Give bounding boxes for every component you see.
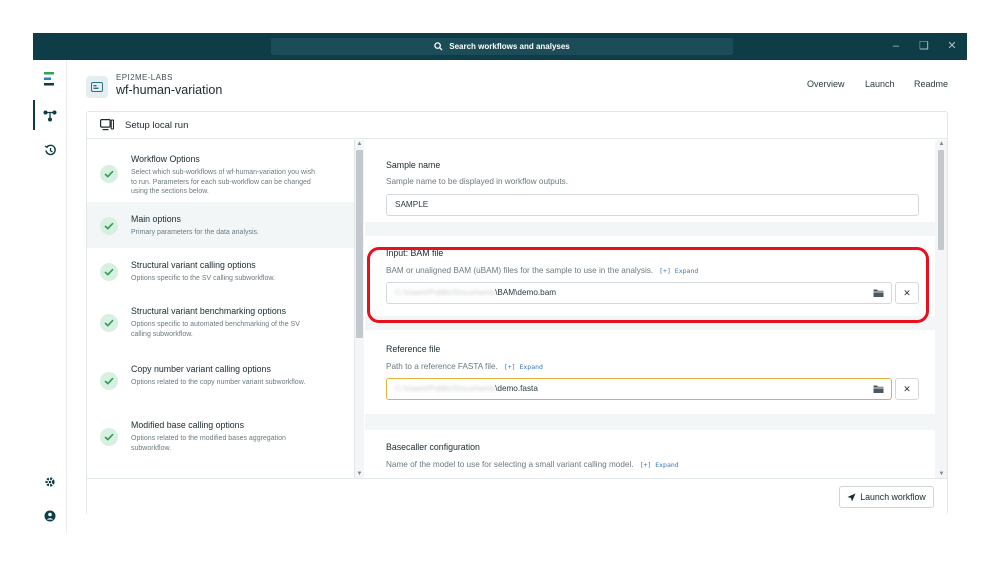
scroll-up-icon[interactable]: ▲: [355, 140, 364, 148]
check-icon: [100, 217, 118, 235]
scroll-down-icon[interactable]: ▼: [355, 470, 364, 478]
step-title: Workflow Options: [131, 154, 200, 164]
search-icon: [434, 42, 443, 51]
form-scrollbar[interactable]: ▲ ▼: [935, 140, 947, 478]
brand-label: EPI2ME-LABS: [116, 73, 173, 82]
bam-path-prefix: C:\Users\Public\Documents: [395, 288, 496, 297]
nav-launch[interactable]: Launch: [865, 79, 895, 89]
steps-scrollbar[interactable]: ▲ ▼: [355, 140, 364, 478]
steps-scroll-thumb[interactable]: [356, 150, 363, 338]
reference-clear-button[interactable]: ✕: [895, 378, 919, 400]
basecaller-description: Name of the model to use for selecting a…: [386, 460, 679, 469]
history-icon[interactable]: [41, 141, 59, 159]
reference-label: Reference file: [386, 344, 441, 354]
step-title: Copy number variant calling options: [131, 364, 271, 374]
send-icon: [847, 493, 856, 501]
launch-workflow-button[interactable]: Launch workflow: [839, 486, 934, 508]
nav-readme[interactable]: Readme: [914, 79, 948, 89]
basecaller-expand-link[interactable]: [+] Expand: [640, 461, 679, 469]
folder-icon[interactable]: [873, 384, 884, 394]
reference-section: Reference file Path to a reference FASTA…: [365, 330, 935, 414]
workflow-badge-icon: [86, 76, 108, 98]
basecaller-label: Basecaller configuration: [386, 442, 480, 452]
step-title: Modified base calling options: [131, 420, 244, 430]
rail-active-indicator: [33, 100, 35, 130]
card-footer: Launch workflow: [87, 478, 947, 515]
bam-expand-link[interactable]: [+] Expand: [659, 267, 698, 275]
bam-file-section: Input: BAM file BAM or unaligned BAM (uB…: [365, 236, 935, 316]
workflows-icon[interactable]: [41, 107, 59, 125]
bam-path-suffix: \BAM\demo.bam: [495, 288, 557, 297]
step-item[interactable]: Workflow Options Select which sub-workfl…: [87, 140, 354, 202]
sample-name-section: Sample name Sample name to be displayed …: [365, 140, 935, 222]
bam-description-text: BAM or unaligned BAM (uBAM) files for th…: [386, 266, 654, 275]
check-icon: [100, 372, 118, 390]
sample-name-description: Sample name to be displayed in workflow …: [386, 177, 569, 186]
step-description: Primary parameters for the data analysis…: [131, 229, 259, 236]
check-icon: [100, 165, 118, 183]
step-description: Options related to the copy number varia…: [131, 379, 306, 386]
check-icon: [100, 314, 118, 332]
check-icon: [100, 263, 118, 281]
bam-file-label: Input: BAM file: [386, 248, 444, 258]
step-description: Options related to the modified bases ag…: [131, 435, 286, 452]
basecaller-section: Basecaller configuration Name of the mod…: [365, 430, 935, 478]
title-bar: ← Search workflows and analyses – ❏ ✕: [33, 33, 967, 60]
minimize-icon[interactable]: –: [889, 39, 903, 53]
sample-name-input[interactable]: SAMPLE: [386, 194, 919, 216]
card-title: Setup local run: [125, 120, 189, 131]
step-description: Options specific to the SV calling subwo…: [131, 275, 275, 282]
step-item[interactable]: Modified base calling options Options re…: [87, 406, 354, 466]
parameters-form: Sample name Sample name to be displayed …: [365, 140, 935, 478]
reference-description: Path to a reference FASTA file. [+] Expan…: [386, 362, 543, 371]
bam-clear-button[interactable]: ✕: [895, 282, 919, 304]
step-item[interactable]: Structural variant calling options Optio…: [87, 248, 354, 294]
setup-card: Setup local run Workflow Options Select …: [86, 111, 948, 515]
form-scroll-thumb[interactable]: [938, 150, 944, 250]
step-title: Main options: [131, 214, 181, 224]
sample-name-label: Sample name: [386, 160, 441, 170]
workflow-title: wf-human-variation: [116, 83, 223, 97]
restore-icon[interactable]: ❏: [917, 39, 931, 53]
scroll-down-icon[interactable]: ▼: [937, 470, 946, 478]
close-window-icon[interactable]: ✕: [945, 39, 959, 53]
logo-icon[interactable]: [41, 70, 59, 88]
steps-list: Workflow Options Select which sub-workfl…: [87, 140, 355, 478]
reference-expand-link[interactable]: [+] Expand: [504, 363, 543, 371]
step-item[interactable]: Copy number variant calling options Opti…: [87, 350, 354, 406]
reference-description-text: Path to a reference FASTA file.: [386, 362, 498, 371]
reference-file-input[interactable]: C:\Users\Public\Documents\demo.fasta: [386, 378, 892, 400]
step-item[interactable]: Structural variant benchmarking options …: [87, 294, 354, 350]
left-rail: [33, 60, 67, 533]
step-title: Structural variant calling options: [131, 260, 256, 270]
step-title: Structural variant benchmarking options: [131, 306, 287, 316]
nav-overview[interactable]: Overview: [807, 79, 845, 89]
search-placeholder: Search workflows and analyses: [449, 42, 570, 51]
reference-path-suffix: \demo.fasta: [495, 384, 538, 393]
user-account-icon[interactable]: [41, 507, 59, 525]
scroll-up-icon[interactable]: ▲: [937, 140, 946, 148]
basecaller-description-text: Name of the model to use for selecting a…: [386, 460, 634, 469]
bam-file-input[interactable]: C:\Users\Public\Documents\BAM\demo.bam: [386, 282, 892, 304]
check-icon: [100, 428, 118, 446]
launch-label: Launch workflow: [860, 492, 926, 502]
folder-icon[interactable]: [873, 288, 884, 298]
step-item[interactable]: Main options Primary parameters for the …: [87, 202, 354, 248]
app-window: ← Search workflows and analyses – ❏ ✕ EP…: [33, 33, 967, 533]
bam-file-description: BAM or unaligned BAM (uBAM) files for th…: [386, 266, 698, 275]
search-bar[interactable]: Search workflows and analyses: [271, 38, 733, 55]
reference-path-prefix: C:\Users\Public\Documents: [395, 384, 496, 393]
step-description: Select which sub-workflows of wf-human-v…: [131, 169, 316, 195]
settings-gear-icon[interactable]: [41, 473, 59, 491]
card-header: Setup local run: [87, 112, 947, 139]
computer-icon: [100, 119, 114, 131]
step-description: Options specific to automated benchmarki…: [131, 321, 300, 338]
